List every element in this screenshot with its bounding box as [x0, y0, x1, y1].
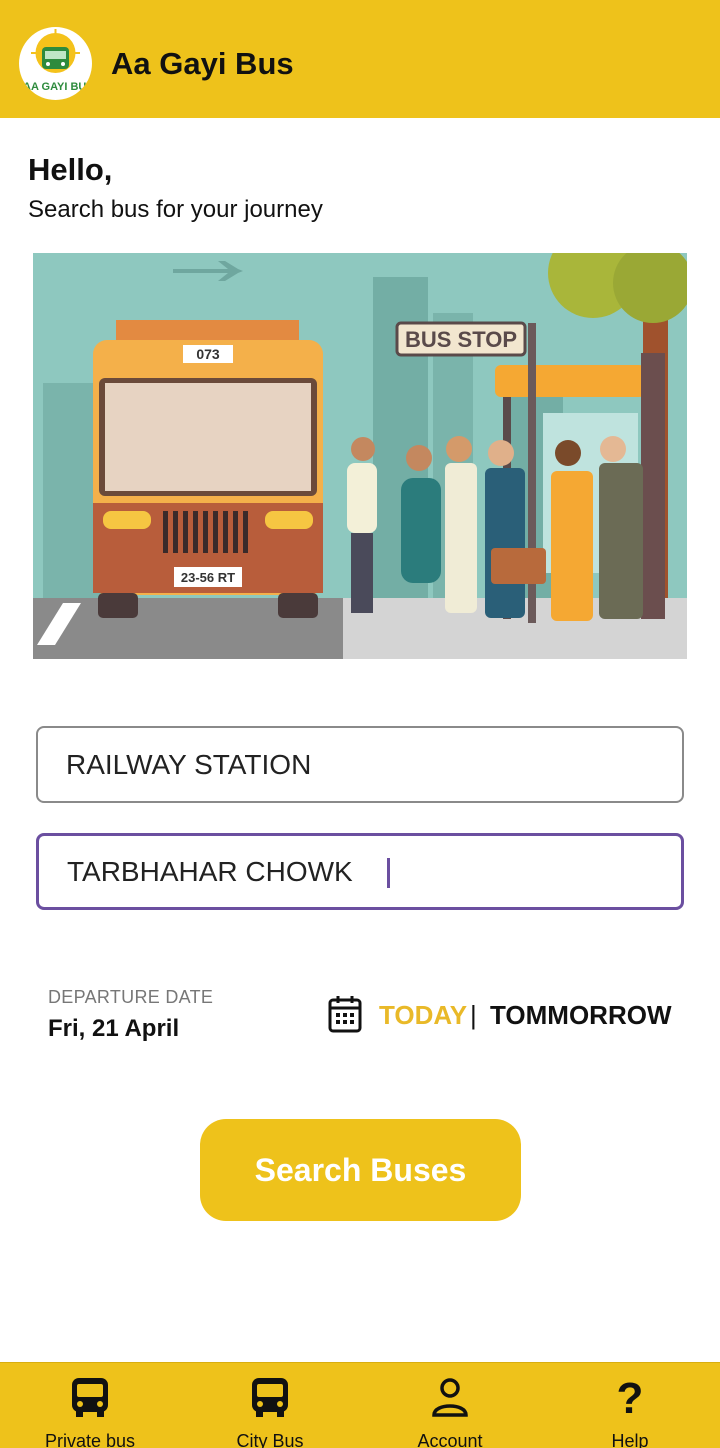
bus-plate: 23-56 RT	[181, 570, 235, 585]
logo-caption: AA GAYI BUS	[23, 81, 92, 93]
calendar-icon[interactable]	[328, 995, 362, 1033]
nav-city-bus[interactable]: City Bus	[180, 1363, 360, 1448]
greeting-subtitle: Search bus for your journey	[28, 196, 323, 223]
departure-label: DEPARTURE DATE	[48, 987, 214, 1007]
bottom-nav: Private bus City Bus Account ? Help	[0, 1362, 720, 1448]
app-title: Aa Gayi Bus	[111, 46, 294, 81]
app-logo: AA GAYI BUS	[19, 27, 92, 100]
nav-label: City Bus	[236, 1431, 304, 1448]
search-buses-button[interactable]: Search Buses	[200, 1119, 521, 1221]
nav-private-bus[interactable]: Private bus	[0, 1363, 180, 1448]
bus-stop-sign-text: BUS STOP	[405, 327, 517, 352]
svg-text:?: ?	[617, 1375, 644, 1419]
app-bar: AA GAYI BUS Aa Gayi Bus	[0, 0, 720, 118]
help-icon: ?	[617, 1375, 644, 1419]
bus-icon	[72, 1378, 108, 1417]
bus-icon	[252, 1378, 288, 1417]
bus-stop-illustration: BUS STOP 073 23-56 RT	[33, 253, 687, 659]
greeting-title: Hello,	[28, 152, 113, 187]
nav-account[interactable]: Account	[360, 1363, 540, 1448]
bus-number: 073	[196, 346, 220, 362]
tomorrow-option[interactable]: TOMMORROW	[490, 1000, 672, 1031]
text-cursor	[387, 858, 390, 888]
to-input[interactable]	[67, 836, 657, 907]
from-input[interactable]	[66, 728, 656, 801]
departure-date[interactable]: Fri, 21 April	[48, 1015, 179, 1043]
date-separator: |	[470, 1000, 477, 1030]
nav-label: Help	[611, 1431, 649, 1448]
nav-label: Account	[417, 1431, 483, 1448]
nav-label: Private bus	[44, 1431, 136, 1448]
from-field[interactable]	[36, 726, 684, 803]
nav-help[interactable]: ? Help	[540, 1363, 720, 1448]
account-icon	[432, 1378, 468, 1417]
today-option[interactable]: TODAY	[379, 1000, 467, 1031]
to-field[interactable]	[36, 833, 684, 910]
